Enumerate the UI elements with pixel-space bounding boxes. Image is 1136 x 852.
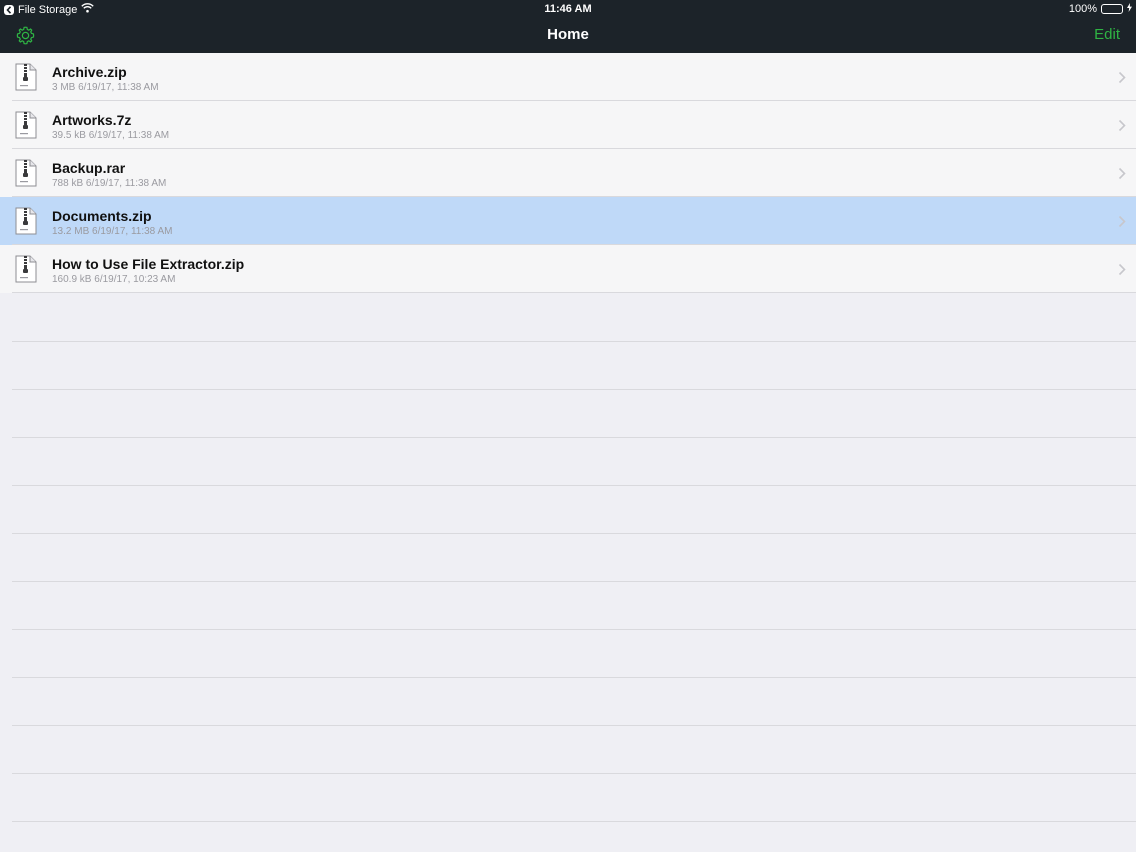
empty-row-separator xyxy=(12,437,1136,438)
file-name: Documents.zip xyxy=(52,208,152,224)
zip-file-icon xyxy=(15,255,37,283)
chevron-right-icon xyxy=(1118,263,1126,276)
file-row[interactable]: How to Use File Extractor.zip 160.9 kB 6/… xyxy=(0,245,1136,293)
empty-row-separator xyxy=(12,533,1136,534)
file-meta: 3 MB 6/19/17, 11:38 AM xyxy=(52,82,159,93)
status-time: 11:46 AM xyxy=(544,3,592,15)
top-bar: File Storage 11:46 AM 100% Home Edit xyxy=(0,0,1136,53)
file-meta: 788 kB 6/19/17, 11:38 AM xyxy=(52,178,167,189)
chevron-right-icon xyxy=(1118,167,1126,180)
file-meta: 160.9 kB 6/19/17, 10:23 AM xyxy=(52,274,176,285)
empty-row-separator xyxy=(12,773,1136,774)
empty-list-separators xyxy=(0,294,1136,852)
file-name: Backup.rar xyxy=(52,160,126,176)
chevron-right-icon xyxy=(1118,71,1126,84)
chevron-right-icon xyxy=(1118,119,1126,132)
file-row[interactable]: Backup.rar 788 kB 6/19/17, 11:38 AM xyxy=(0,149,1136,197)
file-name: Artworks.7z xyxy=(52,112,132,128)
battery-icon xyxy=(1101,4,1123,14)
file-row[interactable]: Documents.zip 13.2 MB 6/19/17, 11:38 AM xyxy=(0,197,1136,245)
status-bar: File Storage 11:46 AM 100% xyxy=(0,0,1136,18)
file-list: Archive.zip 3 MB 6/19/17, 11:38 AM Artwork… xyxy=(0,53,1136,293)
empty-row-separator xyxy=(12,485,1136,486)
file-row[interactable]: Artworks.7z 39.5 kB 6/19/17, 11:38 AM xyxy=(0,101,1136,149)
rar-file-icon xyxy=(15,159,37,187)
empty-row-separator xyxy=(12,341,1136,342)
empty-row-separator xyxy=(12,389,1136,390)
battery-percent: 100% xyxy=(1068,3,1097,15)
file-meta: 13.2 MB 6/19/17, 11:38 AM xyxy=(52,226,173,237)
file-name: Archive.zip xyxy=(52,64,127,80)
zip-file-icon xyxy=(15,207,37,235)
zip-file-icon xyxy=(15,63,37,91)
file-row[interactable]: Archive.zip 3 MB 6/19/17, 11:38 AM xyxy=(0,53,1136,101)
empty-row-separator xyxy=(12,677,1136,678)
charging-icon xyxy=(1127,3,1132,15)
edit-button[interactable]: Edit xyxy=(1094,26,1120,43)
empty-row-separator xyxy=(12,629,1136,630)
7z-file-icon xyxy=(15,111,37,139)
battery-status: 100% xyxy=(1069,3,1132,15)
empty-row-separator xyxy=(12,821,1136,822)
empty-row-separator xyxy=(12,725,1136,726)
file-meta: 39.5 kB 6/19/17, 11:38 AM xyxy=(52,130,170,141)
file-name: How to Use File Extractor.zip xyxy=(52,256,245,272)
empty-row-separator xyxy=(12,581,1136,582)
page-title: Home xyxy=(547,26,589,43)
navigation-bar: Home Edit xyxy=(0,18,1136,53)
chevron-right-icon xyxy=(1118,215,1126,228)
